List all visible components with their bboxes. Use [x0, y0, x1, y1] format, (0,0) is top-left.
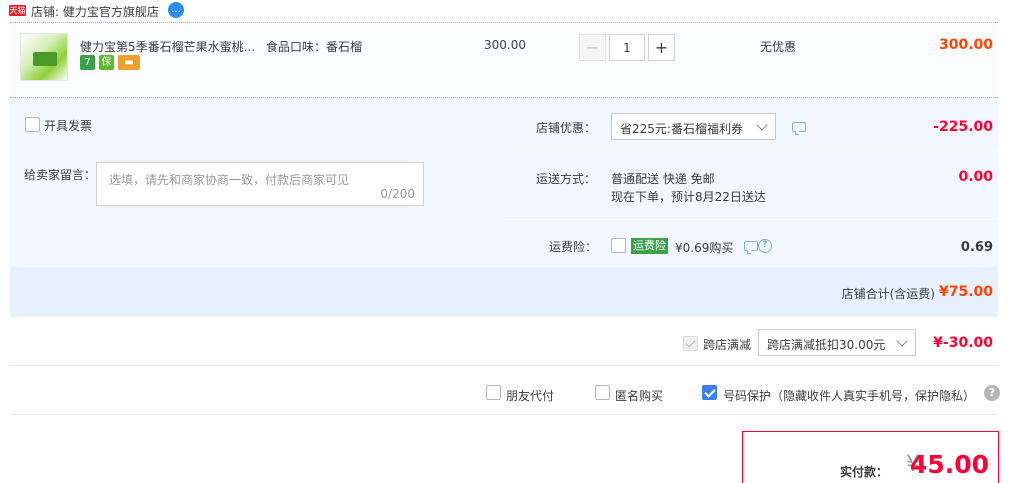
message-counter: 0/200	[380, 187, 415, 201]
chat-icon[interactable]	[792, 122, 806, 135]
shipping-label: 运送方式：	[536, 172, 597, 186]
help-icon[interactable]: ?	[758, 239, 772, 253]
chat-icon[interactable]	[744, 241, 758, 254]
chevron-down-icon	[896, 335, 908, 347]
cross-store-selected: 跨店满减抵扣30.00元	[767, 338, 886, 352]
payment-label: 实付款：	[839, 465, 888, 479]
extra-options-row: 朋友代付 匿名购买 号码保护（隐藏收件人真实手机号，保护隐私） ?	[10, 367, 1000, 415]
unit-price: 300.00	[484, 38, 526, 52]
friend-pay-label[interactable]: 朋友代付	[506, 387, 554, 404]
friend-pay-checkbox[interactable]	[486, 385, 501, 400]
left-options-pane: 开具发票 给卖家留言： 选填，请先和商家协商一致，付款后商家可见 0/200	[10, 99, 502, 267]
card-icon[interactable]: ▬	[118, 55, 140, 70]
insurance-row: 运费险： 运费险 ¥0.69购买 ? 0.69	[503, 221, 998, 267]
insurance-label: 运费险：	[549, 240, 598, 254]
message-placeholder: 选填，请先和商家协商一致，付款后商家可见	[109, 173, 350, 187]
order-item-row: 健力宝第5季番石榴芒果水蜜桃... 食品口味：番石榴 7 保 ▬ 300.00 …	[10, 22, 998, 98]
cross-store-discount-row: 跨店满减 跨店满减抵扣30.00元 ¥-30.00	[10, 318, 998, 366]
insurance-badge: 运费险	[631, 238, 668, 254]
seven-day-return-icon[interactable]: 7	[80, 55, 95, 70]
invoice-label[interactable]: 开具发票	[44, 117, 92, 134]
privacy-checkbox[interactable]	[702, 385, 717, 400]
item-promotion: 无优惠	[760, 40, 797, 54]
store-discount-select[interactable]: 省225元:番石榴福利券	[611, 113, 776, 140]
increase-quantity-button[interactable]: +	[648, 34, 675, 61]
guarantee-icon[interactable]: 保	[99, 55, 114, 70]
payment-amount: 45.00	[909, 450, 989, 479]
store-discount-selected: 省225元:番石榴福利券	[620, 122, 743, 136]
insurance-price: ¥0.69购买	[675, 241, 734, 255]
cross-store-checkbox[interactable]	[683, 336, 698, 351]
store-discount-amount: -225.00	[933, 119, 993, 135]
message-label: 给卖家留言：	[24, 168, 97, 182]
shipping-row: 运送方式： 普通配送 快递 免邮 现在下单，预计8月22日送达 0.00	[503, 152, 998, 220]
cross-store-select[interactable]: 跨店满减抵扣30.00元	[758, 329, 916, 356]
anonymous-checkbox[interactable]	[595, 385, 610, 400]
privacy-label[interactable]: 号码保护（隐藏收件人真实手机号，保护隐私）	[723, 387, 975, 404]
product-attribute: 食品口味：番石榴	[266, 40, 363, 54]
chat-bubble-icon[interactable]: …	[168, 2, 184, 18]
insurance-checkbox[interactable]	[611, 238, 626, 253]
shop-header: 天猫 店铺: 健力宝官方旗舰店 …	[0, 0, 1010, 22]
tmall-badge: 天猫	[9, 5, 26, 16]
invoice-checkbox[interactable]	[25, 117, 40, 132]
anonymous-label[interactable]: 匿名购买	[615, 387, 663, 404]
store-total-label: 店铺合计(含运费)	[841, 287, 935, 301]
chevron-down-icon	[756, 119, 768, 131]
shipping-amount: 0.00	[958, 169, 993, 185]
order-options: 开具发票 给卖家留言： 选填，请先和商家协商一致，付款后商家可见 0/200 店…	[10, 99, 998, 317]
store-total-amount: ¥75.00	[938, 284, 993, 300]
seller-message-field[interactable]: 选填，请先和商家协商一致，付款后商家可见 0/200	[96, 162, 424, 206]
cross-store-amount: ¥-30.00	[933, 335, 993, 351]
cross-store-label: 跨店满减	[703, 338, 752, 352]
product-thumbnail[interactable]	[20, 33, 68, 81]
right-options-pane: 店铺优惠： 省225元:番石榴福利券 -225.00 运送方式： 普通配送 快递…	[503, 99, 998, 267]
product-title[interactable]: 健力宝第5季番石榴芒果水蜜桃...	[80, 38, 260, 55]
shop-name-link[interactable]: 店铺: 健力宝官方旗舰店	[31, 3, 159, 20]
store-total-row: 店铺合计(含运费) ¥75.00	[10, 267, 998, 317]
quantity-input[interactable]	[609, 34, 645, 61]
store-discount-label: 店铺优惠：	[536, 121, 597, 135]
shipping-method: 普通配送 快递 免邮	[611, 172, 715, 186]
shipping-eta: 现在下单，预计8月22日送达	[611, 190, 766, 204]
item-subtotal: 300.00	[938, 37, 993, 53]
help-icon[interactable]: ?	[984, 385, 1000, 401]
decrease-quantity-button[interactable]: −	[579, 34, 606, 61]
store-discount-row: 店铺优惠： 省225元:番石榴福利券 -225.00	[503, 99, 998, 151]
insurance-amount: 0.69	[960, 240, 993, 255]
payment-summary: 实付款： ¥ 45.00	[742, 431, 999, 483]
